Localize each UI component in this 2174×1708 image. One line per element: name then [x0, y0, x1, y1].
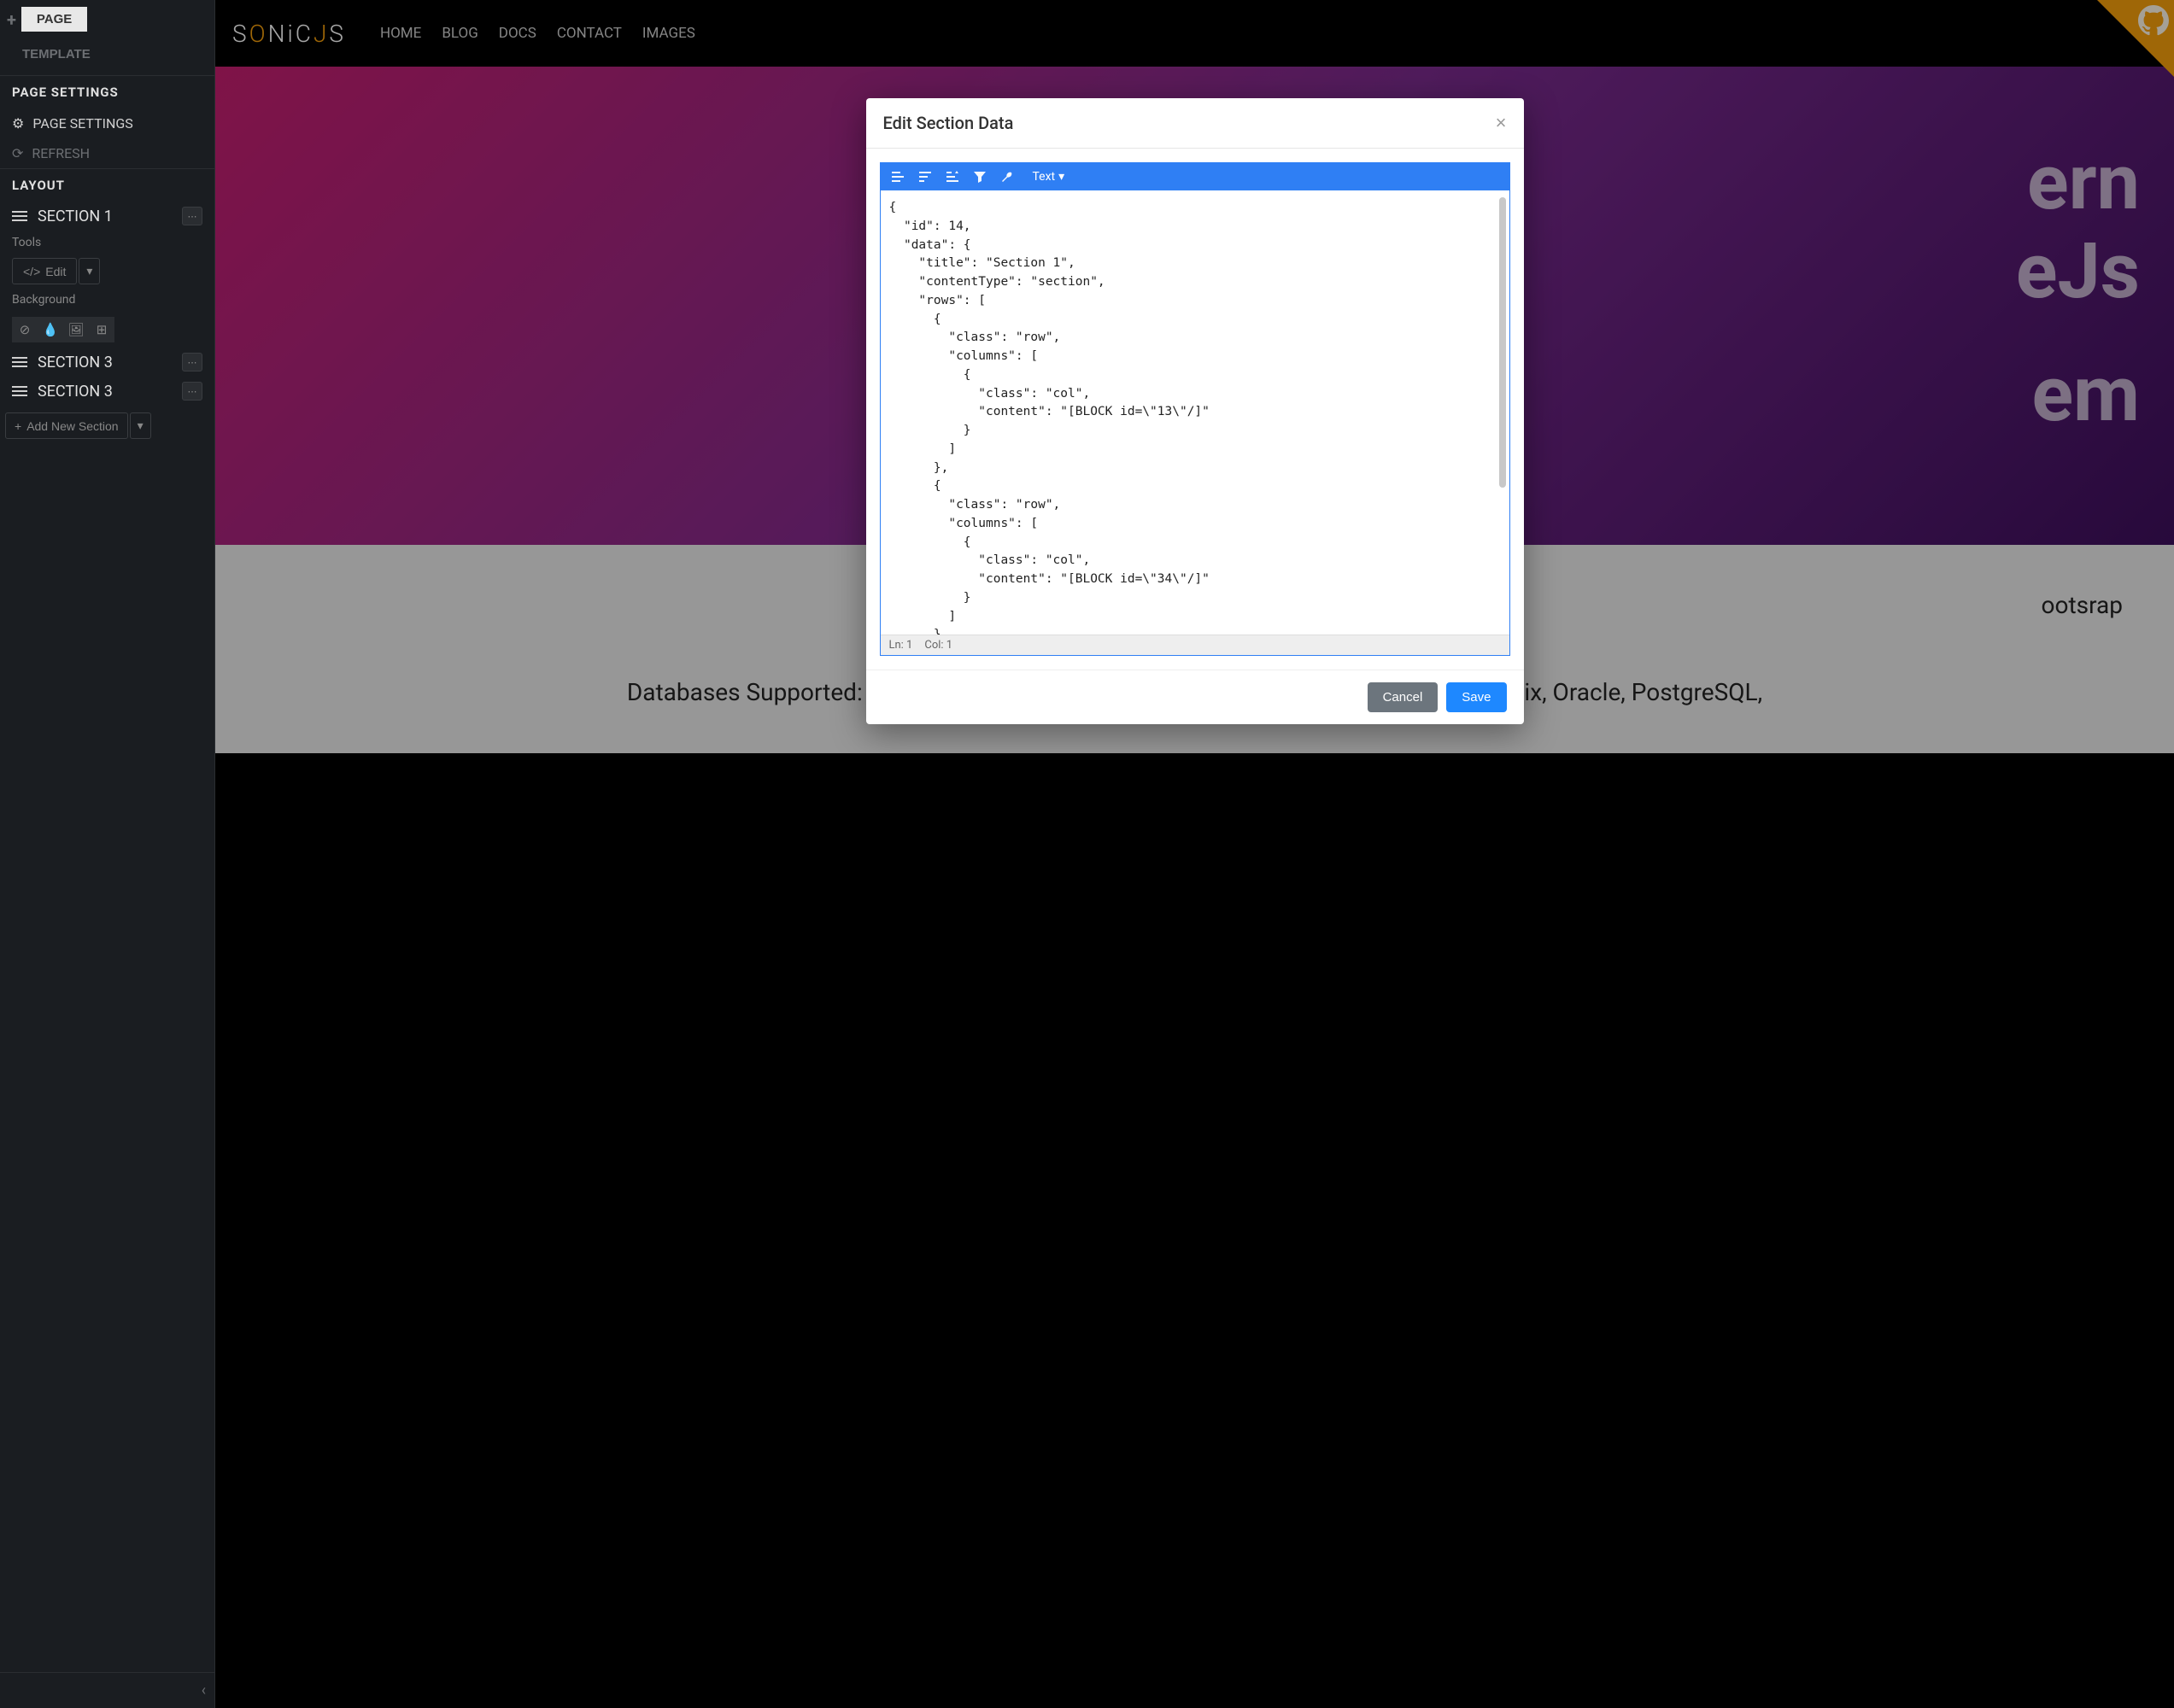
repair-icon[interactable] — [999, 168, 1016, 185]
status-col: Col: 1 — [924, 639, 952, 652]
sidebar-item-page-settings[interactable]: ⚙ PAGE SETTINGS — [0, 108, 214, 138]
main-content: SONiCJS HOME BLOG DOCS CONTACT IMAGES er… — [215, 0, 2174, 1708]
section-menu-button[interactable]: ⋯ — [182, 353, 202, 371]
close-icon: × — [1496, 112, 1507, 133]
add-section-button[interactable]: + Add New Section — [5, 412, 128, 439]
section-menu-button[interactable]: ⋯ — [182, 207, 202, 225]
save-button[interactable]: Save — [1446, 682, 1506, 712]
tab-page[interactable]: PAGE — [21, 7, 87, 32]
section-row-1[interactable]: SECTION 1 ⋯ — [0, 202, 214, 231]
tools-label: Tools — [0, 231, 214, 254]
edit-button[interactable]: </> Edit — [12, 258, 77, 284]
code-icon: </> — [23, 265, 40, 278]
gear-icon: ⚙ — [12, 115, 24, 132]
cancel-button[interactable]: Cancel — [1368, 682, 1439, 712]
background-label: Background — [0, 288, 214, 312]
layout-header: LAYOUT — [0, 168, 214, 202]
section-row-2[interactable]: SECTION 3 ⋯ — [0, 348, 214, 377]
filter-icon[interactable] — [971, 168, 988, 185]
edit-section-modal: Edit Section Data × — [866, 98, 1524, 724]
close-button[interactable]: × — [1496, 112, 1507, 134]
hamburger-icon — [12, 386, 27, 396]
sidebar-collapse[interactable]: ‹ — [0, 1672, 214, 1708]
edit-dropdown[interactable]: ▾ — [79, 258, 100, 284]
section-row-3[interactable]: SECTION 3 ⋯ — [0, 377, 214, 406]
bg-video-icon[interactable]: ⊞ — [89, 317, 114, 342]
sidebar: + PAGE TEMPLATE PAGE SETTINGS ⚙ PAGE SET… — [0, 0, 215, 1708]
page-settings-label: PAGE SETTINGS — [32, 115, 132, 132]
mode-label: Text — [1033, 170, 1056, 184]
section-label: SECTION 3 — [38, 383, 113, 401]
expand-all-icon[interactable] — [889, 168, 906, 185]
modal-overlay: Edit Section Data × — [215, 0, 2174, 1708]
status-line: Ln: 1 — [889, 639, 913, 652]
mode-dropdown[interactable]: Text ▾ — [1033, 170, 1065, 184]
section-label: SECTION 1 — [38, 208, 113, 225]
tab-template[interactable]: TEMPLATE — [12, 42, 101, 67]
plus-icon: + — [15, 419, 21, 433]
scrollbar[interactable] — [1499, 197, 1506, 488]
bg-color-icon[interactable]: 💧 — [38, 317, 63, 342]
refresh-icon: ⟳ — [12, 145, 23, 161]
modal-title: Edit Section Data — [883, 113, 1014, 133]
bg-image-icon[interactable]: 🖼 — [63, 317, 89, 342]
json-editor: Text ▾ { "id": 14, "data": { "title": "S… — [880, 162, 1510, 656]
add-section-label: Add New Section — [26, 419, 118, 433]
sidebar-item-refresh[interactable]: ⟳ REFRESH — [0, 138, 214, 168]
add-icon[interactable]: + — [7, 9, 16, 30]
editor-toolbar: Text ▾ — [881, 163, 1509, 190]
hamburger-icon — [12, 211, 27, 221]
editor-status: Ln: 1 Col: 1 — [881, 635, 1509, 655]
chevron-down-icon: ▾ — [1058, 170, 1064, 184]
edit-label: Edit — [45, 265, 66, 278]
sort-icon[interactable] — [944, 168, 961, 185]
section-label: SECTION 3 — [38, 354, 113, 371]
add-section-dropdown[interactable]: ▾ — [130, 412, 151, 439]
code-editor[interactable]: { "id": 14, "data": { "title": "Section … — [881, 190, 1509, 635]
section-menu-button[interactable]: ⋯ — [182, 382, 202, 401]
bg-none-icon[interactable]: ⊘ — [12, 317, 38, 342]
chevron-left-icon: ‹ — [202, 1682, 206, 1699]
hamburger-icon — [12, 357, 27, 367]
collapse-all-icon[interactable] — [917, 168, 934, 185]
refresh-label: REFRESH — [32, 145, 90, 161]
page-settings-header: PAGE SETTINGS — [0, 75, 214, 108]
